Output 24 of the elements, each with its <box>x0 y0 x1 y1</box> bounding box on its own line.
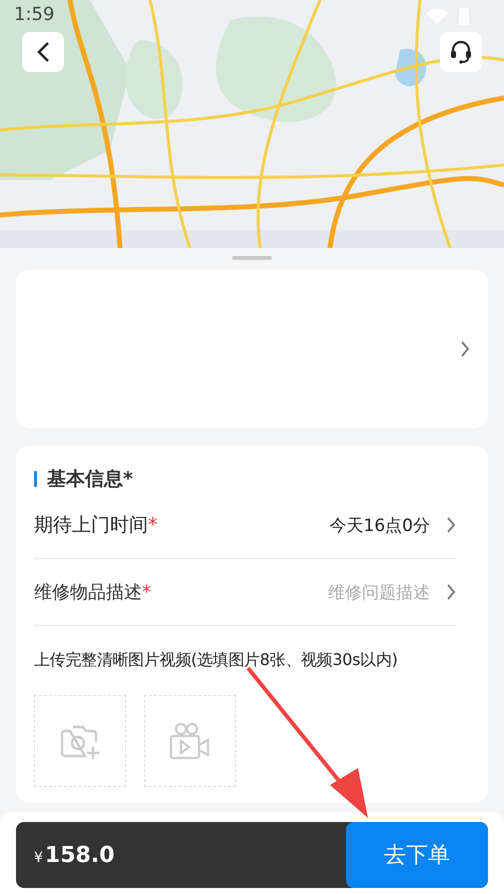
customer-service-button[interactable] <box>440 32 482 72</box>
field-placeholder: 维修问题描述 <box>328 582 430 604</box>
form-row[interactable]: 期待上门时间* 今天16点0分 <box>34 492 456 559</box>
currency-symbol: ¥ <box>34 850 43 866</box>
field-label: 维修物品描述* <box>34 581 151 604</box>
drag-handle[interactable] <box>232 256 272 260</box>
headset-icon <box>450 40 472 64</box>
address-card[interactable] <box>16 270 488 428</box>
price-text: 158.0 <box>44 842 115 868</box>
back-button[interactable] <box>22 32 64 72</box>
field-value: 今天16点0分 <box>330 514 430 536</box>
chevron-right-icon <box>460 341 470 357</box>
chevron-right-icon <box>446 584 456 600</box>
order-button[interactable]: 去下单 <box>346 822 488 888</box>
video-upload-slot[interactable] <box>144 695 236 787</box>
status-time: 1:59 <box>14 4 54 25</box>
accent-bar <box>34 471 37 487</box>
field-label: 期待上门时间* <box>34 513 158 538</box>
upload-hint: 上传完整清晰图片视频(选填图片8张、视频30s以内) <box>34 650 399 671</box>
chevron-right-icon <box>446 517 456 533</box>
video-camera-icon <box>169 721 211 761</box>
section-title: 基本信息* <box>47 467 133 492</box>
photo-upload-slot[interactable] <box>34 695 126 787</box>
form-row[interactable]: 维修物品描述* 维修问题描述 <box>34 559 456 626</box>
